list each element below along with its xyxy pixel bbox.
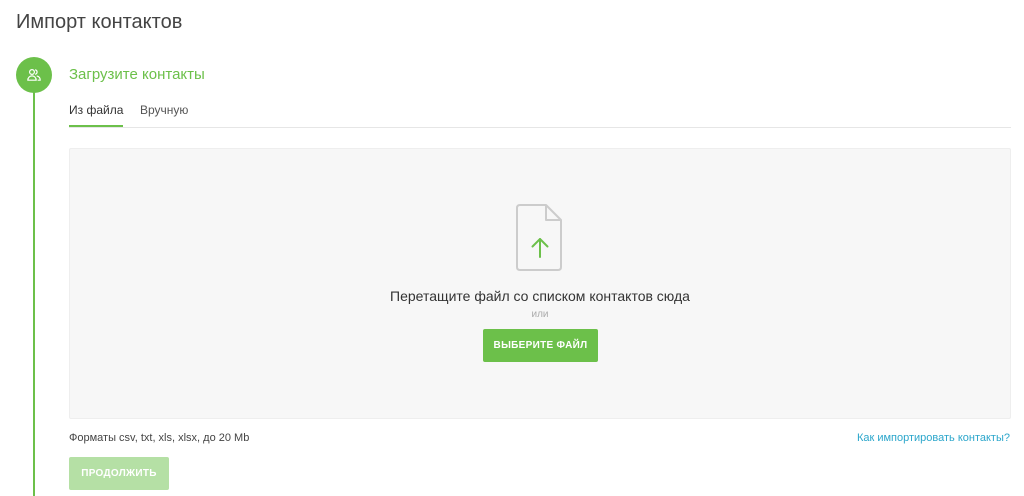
step-indicator bbox=[16, 57, 52, 93]
tab-from-file[interactable]: Из файла bbox=[69, 103, 124, 127]
dropzone-instruction: Перетащите файл со списком контактов сюд… bbox=[390, 288, 690, 304]
supported-formats-text: Форматы csv, txt, xls, xlsx, до 20 Mb bbox=[69, 432, 250, 444]
page-title: Импорт контактов bbox=[16, 11, 183, 33]
import-method-tabs: Из файла Вручную bbox=[69, 100, 1011, 128]
file-upload-icon bbox=[516, 201, 564, 278]
how-to-import-link[interactable]: Как импортировать контакты? bbox=[857, 431, 1010, 445]
step-title: Загрузите контакты bbox=[69, 66, 205, 83]
choose-file-button[interactable]: ВЫБЕРИТЕ ФАЙЛ bbox=[483, 329, 598, 362]
import-contacts-page: Импорт контактов Загрузите контакты Из ф… bbox=[0, 0, 1024, 496]
tab-manual[interactable]: Вручную bbox=[140, 103, 188, 125]
file-dropzone[interactable]: Перетащите файл со списком контактов сюд… bbox=[69, 148, 1011, 419]
continue-button[interactable]: ПРОДОЛЖИТЬ bbox=[69, 457, 169, 490]
users-icon bbox=[26, 67, 42, 83]
dropzone-or-label: или bbox=[531, 309, 549, 320]
step-timeline-line bbox=[33, 92, 35, 496]
